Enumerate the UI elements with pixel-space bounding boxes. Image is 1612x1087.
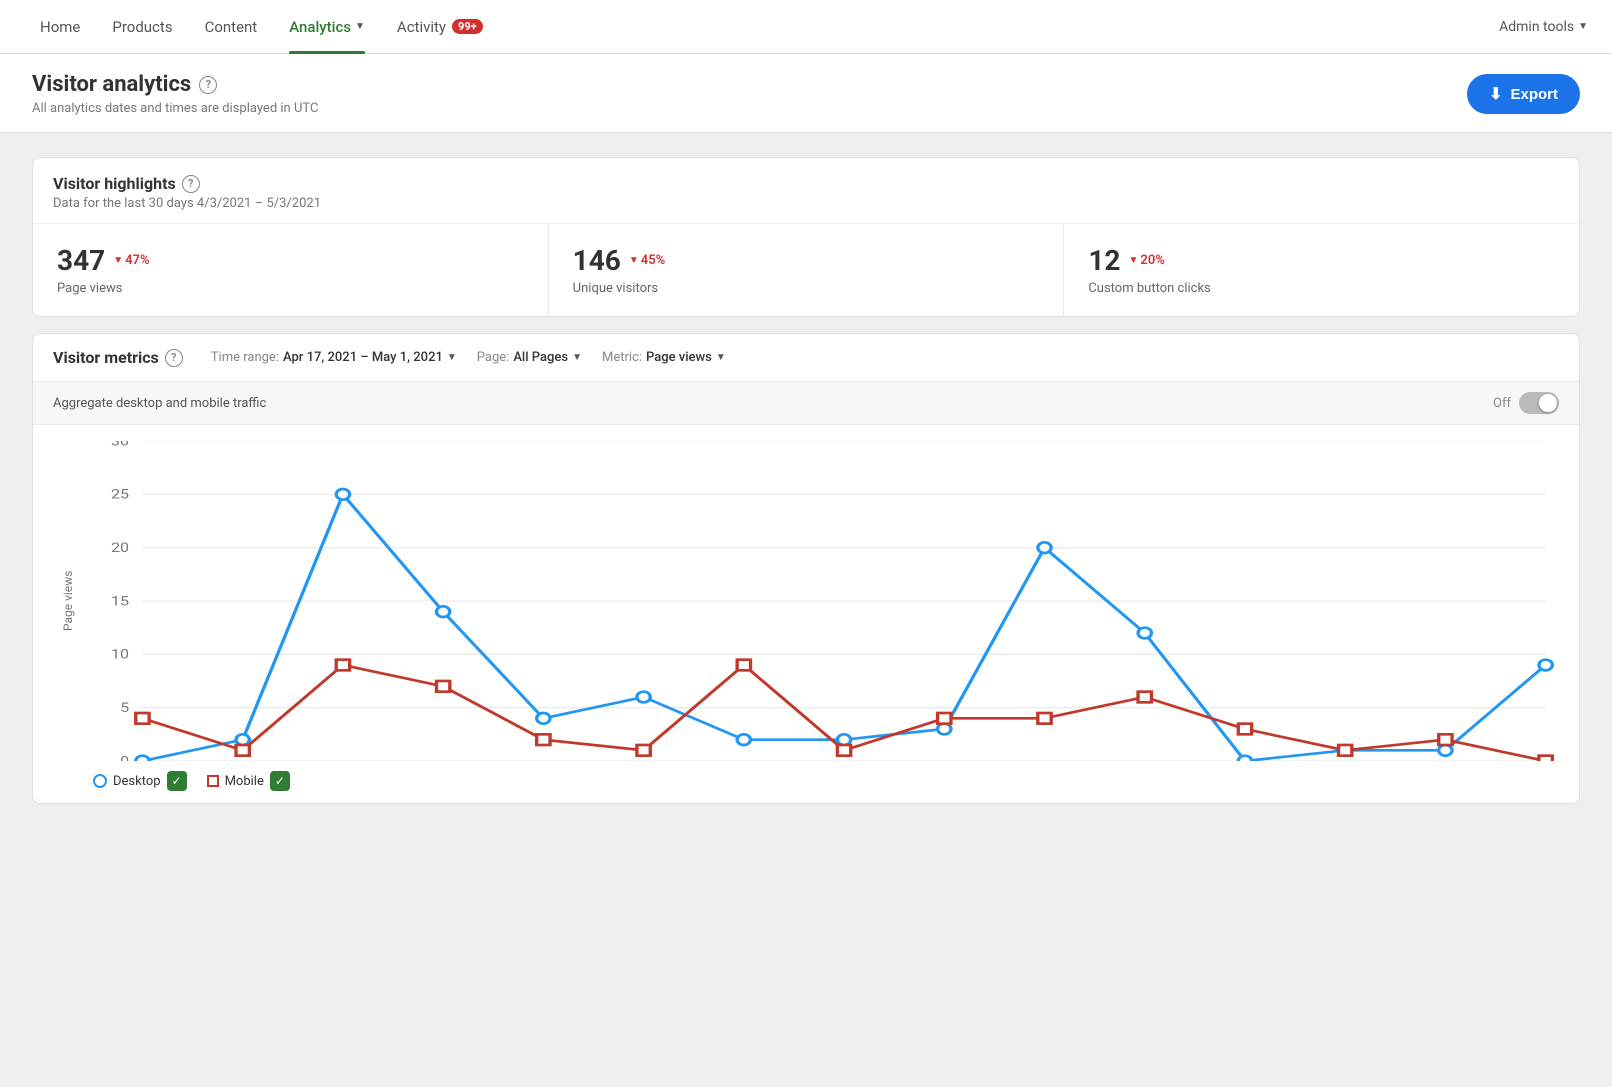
nav-item-activity[interactable]: Activity 99+ <box>381 0 499 54</box>
unique-visitors-label: Unique visitors <box>573 281 1040 296</box>
admin-tools-chevron-icon: ▼ <box>1578 21 1588 32</box>
nav-items: Home Products Content Analytics ▼ Activi… <box>24 0 1499 54</box>
nav-home-label: Home <box>40 18 80 36</box>
metric-filter-chevron-icon: ▼ <box>716 352 726 363</box>
svg-text:15: 15 <box>111 594 129 609</box>
chart-legend: Desktop ✓ Mobile ✓ <box>93 771 1559 791</box>
metric-filter-value: Page views <box>646 350 712 365</box>
metrics-card: Visitor metrics ? Time range: Apr 17, 20… <box>32 333 1580 804</box>
svg-text:5: 5 <box>120 700 129 715</box>
page-filter-value: All Pages <box>513 350 568 365</box>
page-title-area: Visitor analytics ? All analytics dates … <box>32 72 318 116</box>
time-range-chevron-icon: ▼ <box>447 352 457 363</box>
button-clicks-value: 12 ▼ 20% <box>1088 244 1555 277</box>
toggle-area: Off <box>1493 392 1559 414</box>
nav-analytics-label: Analytics <box>289 18 351 36</box>
nav-products-label: Products <box>112 18 172 36</box>
activity-badge: 99+ <box>452 19 483 34</box>
nav-activity-label: Activity <box>397 18 446 36</box>
metric-filter[interactable]: Metric: Page views ▼ <box>602 350 726 365</box>
nav-item-products[interactable]: Products <box>96 0 188 54</box>
aggregate-toggle[interactable] <box>1519 392 1559 414</box>
desktop-legend-check[interactable]: ✓ <box>167 771 187 791</box>
page-title-help-icon[interactable]: ? <box>199 76 217 94</box>
highlights-title: Visitor highlights ? <box>53 174 1559 193</box>
highlights-help-icon[interactable]: ? <box>182 175 200 193</box>
page-filter[interactable]: Page: All Pages ▼ <box>477 350 582 365</box>
analytics-chevron-icon: ▼ <box>355 21 365 32</box>
metric-filter-label: Metric: <box>602 350 642 365</box>
chart-area: Page views 30 <box>33 425 1579 803</box>
toggle-off-label: Off <box>1493 396 1511 411</box>
legend-desktop: Desktop ✓ <box>93 771 187 791</box>
desktop-legend-icon <box>93 774 107 788</box>
page-subtitle: All analytics dates and times are displa… <box>32 101 318 116</box>
button-clicks-label: Custom button clicks <box>1088 281 1555 296</box>
metrics-header: Visitor metrics ? Time range: Apr 17, 20… <box>33 334 1579 382</box>
svg-text:25: 25 <box>111 487 129 502</box>
metric-page-views: 347 ▼ 47% Page views <box>33 224 549 316</box>
page-filter-label: Page: <box>477 350 510 365</box>
svg-text:0: 0 <box>120 754 129 761</box>
page-views-change: ▼ 47% <box>113 253 149 268</box>
page-header: Visitor analytics ? All analytics dates … <box>0 54 1612 133</box>
admin-tools-menu[interactable]: Admin tools ▼ <box>1499 19 1588 35</box>
chart-container: 30 25 20 15 10 5 0 Apr 17 Apr 18 Apr 19 … <box>89 441 1559 761</box>
svg-text:20: 20 <box>111 540 129 555</box>
main-content: Visitor highlights ? Data for the last 3… <box>0 133 1612 828</box>
metrics-help-icon[interactable]: ? <box>165 349 183 367</box>
admin-tools-label: Admin tools <box>1499 19 1574 35</box>
page-views-value: 347 ▼ 47% <box>57 244 524 277</box>
nav-item-analytics[interactable]: Analytics ▼ <box>273 0 381 54</box>
metric-button-clicks: 12 ▼ 20% Custom button clicks <box>1064 224 1579 316</box>
nav-item-content[interactable]: Content <box>189 0 274 54</box>
export-download-icon: ⬇ <box>1489 84 1502 104</box>
page-views-label: Page views <box>57 281 524 296</box>
metric-unique-visitors: 146 ▼ 45% Unique visitors <box>549 224 1065 316</box>
desktop-legend-label: Desktop <box>113 774 161 789</box>
top-nav: Home Products Content Analytics ▼ Activi… <box>0 0 1612 54</box>
legend-mobile: Mobile ✓ <box>207 771 290 791</box>
unique-visitors-down-arrow: ▼ <box>629 255 639 266</box>
aggregate-label: Aggregate desktop and mobile traffic <box>53 396 266 411</box>
page-title: Visitor analytics ? <box>32 72 318 97</box>
highlights-card: Visitor highlights ? Data for the last 3… <box>32 157 1580 317</box>
unique-visitors-change: ▼ 45% <box>629 253 665 268</box>
nav-item-home[interactable]: Home <box>24 0 96 54</box>
time-range-filter[interactable]: Time range: Apr 17, 2021 – May 1, 2021 ▼ <box>211 350 457 365</box>
y-axis-label: Page views <box>53 441 83 761</box>
mobile-legend-check[interactable]: ✓ <box>270 771 290 791</box>
svg-text:10: 10 <box>111 647 129 662</box>
svg-text:30: 30 <box>111 441 129 449</box>
highlights-header: Visitor highlights ? Data for the last 3… <box>33 158 1579 224</box>
mobile-legend-label: Mobile <box>225 774 264 789</box>
aggregate-row: Aggregate desktop and mobile traffic Off <box>33 382 1579 425</box>
time-range-value: Apr 17, 2021 – May 1, 2021 <box>283 350 443 365</box>
export-button[interactable]: ⬇ Export <box>1467 74 1580 114</box>
chart-svg: 30 25 20 15 10 5 0 Apr 17 Apr 18 Apr 19 … <box>89 441 1559 761</box>
mobile-legend-icon <box>207 775 219 787</box>
highlights-subtitle: Data for the last 30 days 4/3/2021 – 5/3… <box>53 196 1559 211</box>
highlights-metrics: 347 ▼ 47% Page views 146 ▼ 45% Unique vi… <box>33 224 1579 316</box>
nav-content-label: Content <box>205 18 258 36</box>
button-clicks-down-arrow: ▼ <box>1128 255 1138 266</box>
time-range-label: Time range: <box>211 350 279 365</box>
metrics-title: Visitor metrics ? <box>53 348 183 367</box>
page-views-down-arrow: ▼ <box>113 255 123 266</box>
page-filter-chevron-icon: ▼ <box>572 352 582 363</box>
unique-visitors-value: 146 ▼ 45% <box>573 244 1040 277</box>
button-clicks-change: ▼ 20% <box>1128 253 1164 268</box>
